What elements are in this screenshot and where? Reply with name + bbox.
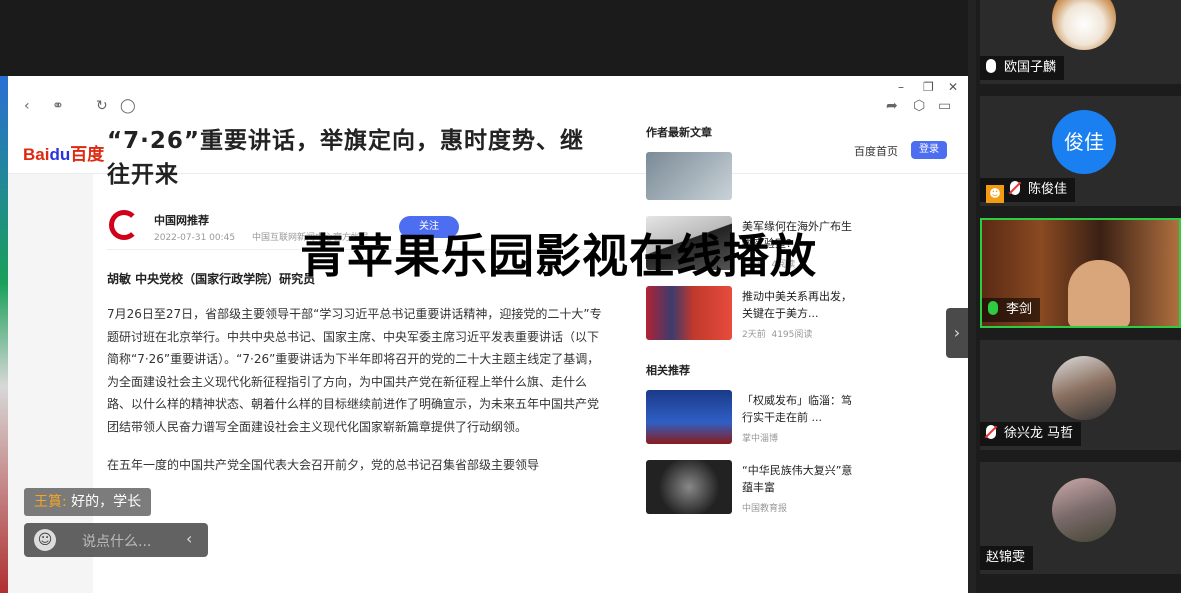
article-body: “7·26”重要讲话，举旗定向，惠时度势、继往开来 中国网推荐 2022-07-… bbox=[107, 124, 607, 477]
participant-name: 徐兴龙 马哲 bbox=[1004, 426, 1074, 441]
author-date: 2022-07-31 00:45 bbox=[154, 233, 236, 243]
card-title: 「权威发布」临淄：笃行实干走在前 ... bbox=[742, 394, 852, 424]
chat-input-bar[interactable]: ☺ 说点什么... ‹ bbox=[24, 523, 208, 557]
author-name[interactable]: 中国网推荐 bbox=[154, 212, 209, 228]
chat-message: 王篔: 好的，学长 bbox=[24, 488, 152, 516]
related-article-card[interactable]: “中华民族伟大复兴”意蕴丰富 中国教育报 bbox=[646, 460, 886, 522]
back-icon[interactable]: ‹ bbox=[24, 98, 30, 114]
photo-avatar bbox=[1052, 478, 1116, 542]
close-icon[interactable]: ✕ bbox=[948, 80, 958, 94]
photo-avatar bbox=[1052, 356, 1116, 420]
text-avatar: 俊佳 bbox=[1052, 110, 1116, 174]
active-speaker-tile[interactable]: 李剑 bbox=[980, 218, 1181, 328]
related-article-card[interactable]: 「权威发布」临淄：笃行实干走在前 ... 掌中淄博 bbox=[646, 390, 886, 452]
chat-input-placeholder[interactable]: 说点什么... bbox=[82, 531, 151, 551]
logo-bai: Bai bbox=[23, 145, 50, 164]
latest-article-card[interactable] bbox=[646, 152, 886, 208]
link-icon[interactable]: ⚭ bbox=[52, 98, 64, 114]
screen-share-top-bar bbox=[0, 0, 968, 76]
press-conference-thumbnail bbox=[646, 390, 732, 444]
participant-name: 欧国子麟 bbox=[1004, 60, 1057, 75]
mic-icon bbox=[986, 59, 996, 73]
globe-icon[interactable]: ◯ bbox=[120, 98, 136, 114]
flags-thumbnail bbox=[646, 286, 732, 340]
cube-icon[interactable]: ⬡ bbox=[913, 98, 925, 114]
collapse-sidebar-button[interactable]: › bbox=[946, 308, 968, 358]
participants-panel: 欧国子麟 俊佳 ☻ 陈俊佳 李剑 徐兴龙 马哲 赵锦雯 bbox=[976, 0, 1181, 593]
mic-muted-icon bbox=[1010, 181, 1020, 195]
refresh-icon[interactable]: ↻ bbox=[96, 98, 108, 114]
card-title: “中华民族伟大复兴”意蕴丰富 bbox=[742, 464, 853, 494]
article-thumbnail bbox=[646, 152, 732, 200]
minimize-icon[interactable]: – bbox=[898, 80, 904, 94]
baidu-logo[interactable]: Baidu百度 bbox=[23, 140, 104, 165]
card-time: 2天前 bbox=[742, 330, 766, 340]
participant-name: 赵锦雯 bbox=[986, 550, 1026, 565]
overlay-watermark-title: 青苹果乐园影视在线播放 bbox=[300, 229, 817, 283]
logo-cn: 百度 bbox=[70, 145, 105, 164]
logo-paw: du bbox=[49, 145, 71, 164]
card-title: 推动中美关系再出发，关键在于美方... bbox=[742, 290, 852, 320]
participant-name: 陈俊佳 bbox=[1028, 182, 1068, 197]
desktop-edge bbox=[0, 76, 8, 593]
article-sidebar: 作者最新文章 美军缘何在海外广布生物实验室? 1天前 4阅读 推动中美关系再出发… bbox=[646, 124, 886, 522]
participant-tile[interactable]: 欧国子麟 bbox=[980, 0, 1181, 84]
latest-article-card[interactable]: 推动中美关系再出发，关键在于美方... 2天前 4195阅读 bbox=[646, 286, 886, 348]
browser-toolbar: ‹ ⚭ ↻ ◯ ➦ ⬡ ▭ bbox=[8, 98, 968, 120]
participant-name-label: 欧国子麟 bbox=[980, 56, 1065, 80]
participant-name-label: 徐兴龙 马哲 bbox=[980, 422, 1082, 446]
mic-active-icon bbox=[988, 301, 998, 315]
participant-tile[interactable]: 俊佳 ☻ 陈俊佳 bbox=[980, 96, 1181, 206]
restore-icon[interactable]: ❐ bbox=[923, 80, 934, 94]
card-source: 掌中淄博 bbox=[742, 434, 779, 444]
participant-tile[interactable]: 赵锦雯 bbox=[980, 462, 1181, 574]
latest-articles-heading: 作者最新文章 bbox=[646, 126, 712, 139]
chat-text: 好的，学长 bbox=[66, 494, 142, 510]
login-button[interactable]: 登录 bbox=[911, 141, 947, 159]
card-meta: 2天前 4195阅读 bbox=[742, 327, 812, 340]
article-paragraph: 在五年一度的中国共产党全国代表大会召开前夕，党的总书记召集省部级主要领导 bbox=[107, 458, 540, 472]
participant-name-label: 李剑 bbox=[982, 298, 1041, 322]
participant-tile[interactable]: 徐兴龙 马哲 bbox=[980, 340, 1181, 450]
card-source: 中国教育报 bbox=[742, 504, 788, 514]
card-reads: 4195阅读 bbox=[771, 330, 813, 340]
dog-avatar bbox=[1052, 0, 1116, 50]
person-icon: ☻ bbox=[986, 185, 1004, 203]
collapse-chat-icon[interactable]: ‹ bbox=[186, 529, 192, 548]
participant-name-label: ☻ 陈俊佳 bbox=[980, 178, 1076, 203]
participant-name-label: 赵锦雯 bbox=[980, 546, 1034, 570]
related-heading: 相关推荐 bbox=[646, 364, 690, 377]
emoji-icon[interactable]: ☺ bbox=[34, 529, 56, 551]
speaker-video bbox=[1068, 260, 1130, 326]
chat-username: 王篔: bbox=[34, 494, 67, 510]
article-paragraph: 7月26日至27日，省部级主要领导干部“学习习近平总书记重要讲话精神，迎接党的二… bbox=[107, 307, 602, 434]
share-icon[interactable]: ➦ bbox=[886, 98, 898, 114]
phone-icon[interactable]: ▭ bbox=[938, 98, 951, 114]
mic-muted-icon bbox=[986, 425, 996, 439]
screen-share-area: – ❐ ✕ ‹ ⚭ ↻ ◯ ➦ ⬡ ▭ Baidu百度 百度首页 登录 “7·2… bbox=[0, 0, 968, 593]
china-net-logo-icon[interactable] bbox=[109, 210, 139, 240]
participant-name: 李剑 bbox=[1006, 302, 1033, 317]
article-title: “7·26”重要讲话，举旗定向，惠时度势、继往开来 bbox=[107, 128, 584, 188]
bulb-thumbnail bbox=[646, 460, 732, 514]
